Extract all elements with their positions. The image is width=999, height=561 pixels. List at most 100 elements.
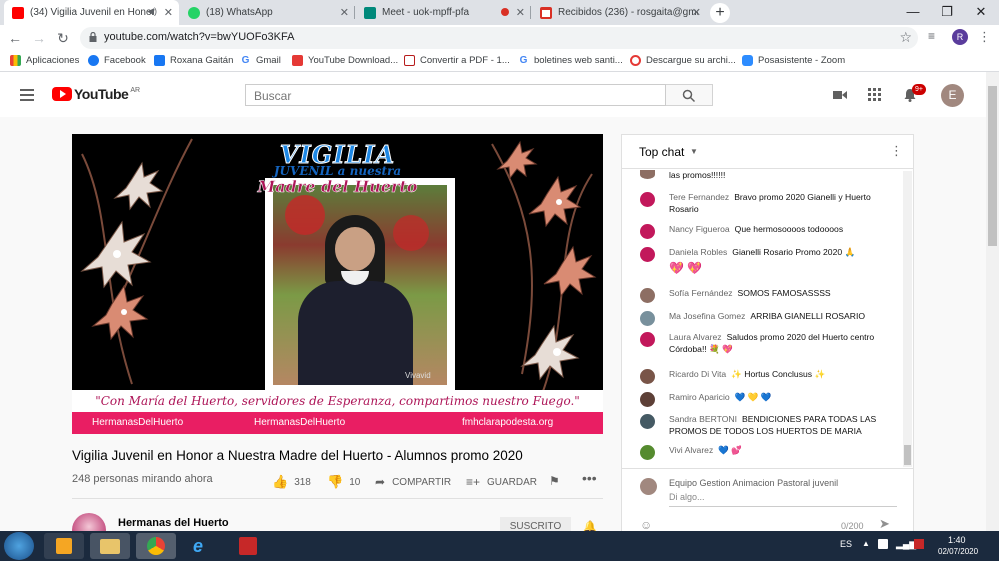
clock-date[interactable]: 02/07/2020 bbox=[938, 547, 978, 556]
taskbar-explorer[interactable] bbox=[90, 533, 130, 559]
video-player[interactable]: VIGILIA JUVENIL a nuestra Madre del Huer… bbox=[72, 134, 603, 434]
search-button[interactable] bbox=[666, 84, 713, 106]
bookmark-roxana[interactable]: Roxana Gaitán bbox=[154, 55, 233, 66]
chat-scrollbar[interactable] bbox=[903, 171, 912, 467]
logo-text: YouTube bbox=[74, 86, 129, 102]
search-placeholder: Buscar bbox=[254, 89, 292, 103]
taskbar-ie[interactable]: e bbox=[182, 533, 222, 559]
bookmark-youtube-download[interactable]: YouTube Download... bbox=[292, 55, 398, 66]
chat-message-text: las promos!!!!!! bbox=[669, 170, 726, 180]
chat-menu-kebab-icon[interactable]: ⋮ bbox=[890, 143, 903, 159]
bookmark-pdf[interactable]: Convertir a PDF - 1... bbox=[404, 55, 510, 66]
download-icon bbox=[292, 55, 303, 66]
instagram-handle: HermanasDelHuerto bbox=[254, 417, 346, 428]
chat-scrollbar-thumb[interactable] bbox=[904, 445, 911, 465]
forward-arrow-icon[interactable]: → bbox=[30, 29, 48, 47]
close-window-button[interactable]: ✕ bbox=[964, 0, 998, 25]
report-flag-icon[interactable]: ⚑ bbox=[549, 474, 560, 488]
bookmark-descargue[interactable]: Descargue su archi... bbox=[630, 55, 736, 66]
watermark: Vivavid bbox=[405, 371, 431, 380]
channel-name[interactable]: Hermanas del Huerto bbox=[118, 517, 229, 529]
bookmark-label: Posasistente - Zoom bbox=[758, 55, 846, 66]
bookmark-star-icon[interactable]: ☆ bbox=[899, 29, 912, 46]
media-control-icon[interactable]: ≡ bbox=[928, 29, 935, 43]
youtube-logo[interactable]: YouTube AR bbox=[52, 86, 140, 102]
address-bar[interactable]: youtube.com/watch?v=bwYUOFo3KFA ☆ bbox=[80, 27, 918, 49]
bookmark-boletines[interactable]: G boletines web santi... bbox=[518, 55, 623, 66]
tray-expand-icon[interactable]: ▲ bbox=[862, 539, 870, 548]
like-button[interactable]: 👍 318 bbox=[272, 474, 311, 490]
new-tab-button[interactable]: + bbox=[710, 3, 730, 23]
chat-mode-dropdown[interactable]: Top chat bbox=[639, 145, 684, 159]
audio-icon[interactable]: ◀) bbox=[147, 6, 157, 17]
website-handle: fmhclarapodesta.org bbox=[462, 417, 554, 428]
bookmark-facebook[interactable]: Facebook bbox=[88, 55, 146, 66]
reload-icon[interactable]: ↻ bbox=[54, 29, 72, 47]
chat-author: Sofía Fernández bbox=[669, 288, 733, 298]
minimize-button[interactable]: — bbox=[896, 0, 930, 25]
chat-input[interactable]: Di algo... bbox=[669, 492, 897, 507]
back-arrow-icon[interactable]: ← bbox=[6, 29, 24, 47]
taskbar-chrome[interactable] bbox=[136, 533, 176, 559]
create-video-icon[interactable] bbox=[833, 90, 847, 100]
video-caption: "Con María del Huerto, servidores de Esp… bbox=[72, 390, 603, 412]
emoji-icon[interactable]: ☺ bbox=[640, 518, 652, 532]
chat-message-partial: las promos!!!!!! bbox=[640, 170, 890, 182]
chat-author: Laura Alvarez bbox=[669, 332, 722, 342]
page-scrollbar[interactable] bbox=[986, 72, 999, 531]
playlist-add-icon: ≡+ bbox=[466, 475, 481, 489]
divider bbox=[622, 468, 913, 469]
tab-whatsapp[interactable]: (18) WhatsApp ✕ bbox=[180, 0, 355, 25]
taskbar-acrobat[interactable] bbox=[228, 533, 268, 559]
clock-time[interactable]: 1:40 bbox=[948, 535, 966, 545]
chat-message: Sandra BERTONI BENDICIONES PARA TODAS LAS… bbox=[640, 414, 890, 437]
chat-message-text: Gianelli Rosario Promo 2020 🙏 bbox=[732, 247, 856, 257]
dislike-count: 10 bbox=[349, 476, 361, 488]
facebook-icon bbox=[154, 55, 165, 66]
bookmark-label: Aplicaciones bbox=[26, 55, 80, 66]
bookmark-zoom[interactable]: Posasistente - Zoom bbox=[742, 55, 845, 66]
close-tab-icon[interactable]: ✕ bbox=[164, 6, 173, 19]
maximize-button[interactable]: ❐ bbox=[930, 0, 964, 25]
dropdown-arrow-icon[interactable]: ▼ bbox=[690, 147, 698, 156]
bookmark-apps[interactable]: Aplicaciones bbox=[10, 55, 79, 66]
nun-photo bbox=[273, 185, 447, 385]
share-arrow-icon: ➦ bbox=[375, 475, 386, 489]
bookmark-label: Roxana Gaitán bbox=[170, 55, 234, 66]
overlay-title-madre: Madre del Huerto bbox=[257, 177, 418, 197]
start-button[interactable] bbox=[4, 532, 34, 560]
taskbar-media-player[interactable] bbox=[44, 533, 84, 559]
menu-kebab-icon[interactable]: ⋮ bbox=[978, 29, 991, 45]
close-tab-icon[interactable]: ✕ bbox=[340, 6, 349, 19]
hamburger-menu-icon[interactable] bbox=[20, 89, 34, 101]
tab-gmail[interactable]: Recibidos (236) - rosgaita@gmail ✕ bbox=[532, 0, 707, 25]
blocked-icon bbox=[630, 55, 641, 66]
profile-avatar[interactable]: R bbox=[952, 29, 968, 45]
chat-avatar bbox=[640, 414, 655, 429]
search-input[interactable]: Buscar bbox=[245, 84, 666, 106]
dislike-button[interactable]: 👎 10 bbox=[327, 474, 360, 490]
chat-avatar bbox=[640, 224, 655, 239]
region-code: AR bbox=[130, 86, 141, 94]
bookmark-gmail[interactable]: G Gmail bbox=[240, 55, 281, 66]
user-avatar[interactable]: E bbox=[941, 84, 964, 107]
page-scrollbar-thumb[interactable] bbox=[988, 86, 997, 246]
apps-grid-icon[interactable] bbox=[868, 88, 881, 101]
thumbs-down-icon: 👎 bbox=[327, 474, 344, 489]
tray-flag-icon[interactable] bbox=[878, 539, 888, 549]
close-tab-icon[interactable]: ✕ bbox=[692, 6, 701, 19]
share-button[interactable]: ➦ COMPARTIR bbox=[375, 475, 451, 489]
chrome-icon bbox=[147, 537, 165, 555]
send-icon[interactable]: ➤ bbox=[879, 516, 890, 532]
tab-meet[interactable]: Meet - uok-mpff-pfa ✕ bbox=[356, 0, 531, 25]
save-button[interactable]: ≡+ GUARDAR bbox=[466, 475, 537, 489]
close-tab-icon[interactable]: ✕ bbox=[516, 6, 525, 19]
chat-author: Daniela Robles bbox=[669, 247, 728, 257]
more-options-icon[interactable]: ••• bbox=[582, 470, 597, 486]
chat-author: Ramiro Aparicio bbox=[669, 392, 730, 402]
like-count: 318 bbox=[294, 476, 311, 488]
language-indicator[interactable]: ES bbox=[840, 539, 852, 549]
tab-youtube[interactable]: (34) Vigilia Juvenil en Honor ◀) ✕ bbox=[4, 0, 179, 25]
chat-author: Nancy Figueroa bbox=[669, 224, 730, 234]
tray-notification-icon[interactable] bbox=[914, 539, 924, 549]
